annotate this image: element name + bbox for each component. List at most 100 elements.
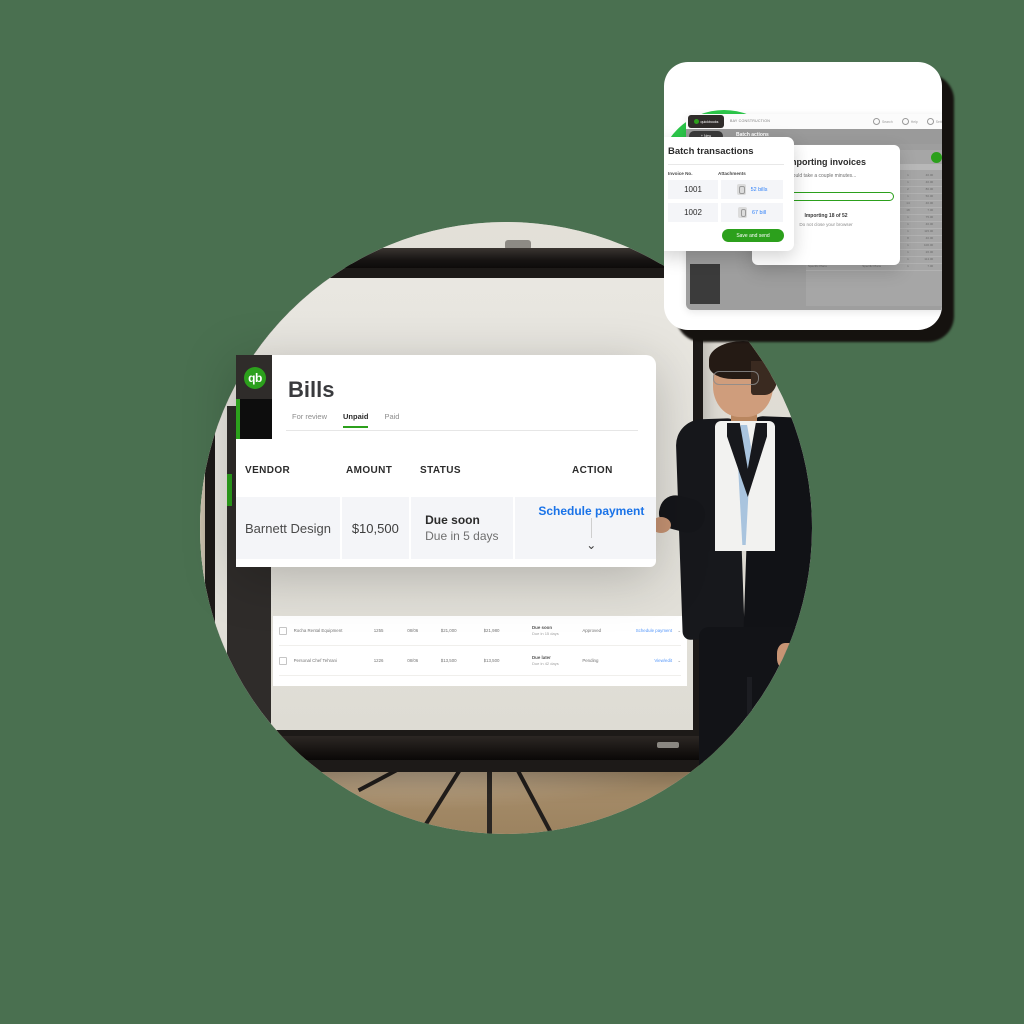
cell-qty: 1 bbox=[907, 222, 909, 227]
cell-rate: 40.00 bbox=[925, 222, 934, 227]
search-icon[interactable]: Search bbox=[873, 118, 893, 125]
cell-rate: 26.00 bbox=[925, 250, 934, 255]
cell-qty: 1 bbox=[907, 194, 909, 199]
cell-qty: 1 bbox=[907, 257, 909, 262]
tab-unpaid[interactable]: Unpaid bbox=[343, 412, 369, 428]
bills-overlay-card: qb Bills For review Unpaid Paid VENDOR A… bbox=[236, 355, 656, 567]
cell-amt: 114 bbox=[933, 257, 942, 261]
table-row[interactable]: Personal Chef Tehrani 1226 08/06 $13,500… bbox=[279, 646, 681, 676]
cell-amt: 75 bbox=[933, 215, 942, 219]
cell-vendor: Barnett Design bbox=[236, 497, 340, 559]
cell-approval: Pending bbox=[582, 658, 599, 663]
cell-qty: 1 bbox=[907, 215, 909, 220]
bills-table: VENDOR AMOUNT STATUS ACTION Barnett Desi… bbox=[236, 439, 656, 567]
column-header-amount: AMOUNT bbox=[346, 465, 393, 476]
cell-number: 1226 bbox=[373, 658, 384, 663]
tab-paid[interactable]: Paid bbox=[384, 412, 399, 428]
table-row[interactable]: Barnett Design $10,500 Due soon Due in 5… bbox=[236, 497, 656, 559]
row-checkbox[interactable] bbox=[279, 626, 287, 635]
cell-amt: 160 bbox=[933, 187, 942, 191]
cell-amt: 320 bbox=[933, 236, 942, 240]
cell-rate: 80.00 bbox=[925, 187, 934, 192]
save-and-send-button[interactable]: Save and send bbox=[722, 229, 784, 242]
cell-qty: 8 bbox=[907, 236, 909, 241]
column-header-vendor: VENDOR bbox=[245, 465, 291, 476]
tab-for-review[interactable]: For review bbox=[292, 412, 327, 428]
cell-attachment[interactable]: 67 bill bbox=[721, 203, 783, 222]
table-row[interactable]: Rocha Rental Equipment 1255 08/06 $21,00… bbox=[279, 616, 681, 646]
cell-rate: 40.00 bbox=[925, 180, 934, 185]
attachment-link[interactable]: 52 bills bbox=[751, 187, 768, 193]
cell-balance: $13,500 bbox=[483, 658, 500, 663]
page-title: Bills bbox=[288, 377, 335, 402]
cell-qty: 1 bbox=[907, 180, 909, 185]
row-checkbox[interactable] bbox=[279, 656, 287, 665]
sidebar-block bbox=[690, 264, 720, 304]
column-header-action: ACTION bbox=[572, 465, 613, 476]
cell-amt: 115 bbox=[933, 229, 942, 233]
cell-invoice-no: 1001 bbox=[668, 180, 718, 199]
help-label: Help bbox=[910, 119, 918, 124]
shoe bbox=[691, 799, 745, 815]
schedule-payment-link[interactable]: Schedule payment bbox=[538, 504, 644, 518]
cell-amt: 7 bbox=[933, 264, 942, 268]
cell-number: 1255 bbox=[373, 628, 384, 633]
status-sub: Due in 5 days bbox=[425, 529, 499, 543]
gear-icon[interactable]: Settings bbox=[926, 118, 942, 125]
cell-rate: 40.00 bbox=[925, 173, 934, 178]
presenter-figure bbox=[651, 341, 812, 817]
batch-transactions-panel: Batch transactions Invoice No. Attachmen… bbox=[664, 137, 794, 251]
cell-qty: 1 bbox=[907, 229, 909, 234]
qbo-topbar: quickbooks BAY CONSTRUCTION Search Help … bbox=[686, 114, 942, 130]
cell-qty: 1 bbox=[907, 264, 909, 269]
attachment-link[interactable]: 67 bill bbox=[752, 210, 766, 216]
cell-status: Due later Due in 42 days bbox=[532, 655, 582, 666]
cell-amount: $21,000 bbox=[440, 628, 457, 633]
slide-bills-mini-table: Rocha Rental Equipment 1255 08/06 $21,00… bbox=[273, 616, 687, 686]
cell-amt: 126 bbox=[933, 208, 942, 212]
quickbooks-logo-icon: quickbooks bbox=[688, 115, 724, 128]
cell-rate: 40.00 bbox=[925, 201, 934, 206]
cell-approval: Approved bbox=[582, 628, 602, 633]
bills-card-header: qb Bills For review Unpaid Paid bbox=[236, 355, 656, 439]
help-icon[interactable]: Help bbox=[901, 118, 918, 125]
cell-amt: 100 bbox=[933, 243, 942, 247]
qb-mark bbox=[693, 119, 699, 124]
cell-amt: 40 bbox=[933, 173, 942, 177]
cell-amt: 26 bbox=[933, 250, 942, 254]
cell-qty: 1 bbox=[907, 243, 909, 248]
slide-sidebar-accent bbox=[227, 474, 232, 506]
cell-rate: 100.00 bbox=[924, 243, 934, 248]
cell-rate: 115.00 bbox=[924, 229, 934, 234]
cell-rate: 40.00 bbox=[925, 236, 934, 241]
cell-date: 08/06 bbox=[407, 628, 419, 633]
composition-stage: Rocha Rental Equipment 1255 08/06 $21,00… bbox=[0, 0, 1024, 1024]
settings-label: Settings bbox=[935, 119, 942, 124]
cell-rate: 50.00 bbox=[925, 194, 934, 199]
right-hand bbox=[777, 643, 797, 669]
list-item[interactable]: 1002 67 bill bbox=[668, 203, 784, 222]
cell-action[interactable]: Schedule payment ⌄ bbox=[514, 497, 656, 559]
cell-rate: 75.00 bbox=[925, 215, 934, 220]
cell-rate: 7.00 bbox=[927, 208, 934, 213]
topbar-tools: Search Help Settings bbox=[873, 118, 942, 125]
cell-status: Due soon Due in 5 days bbox=[411, 497, 513, 559]
attachment-icon bbox=[736, 184, 746, 195]
list-item[interactable]: 1001 52 bills bbox=[668, 180, 784, 199]
status-main: Due soon bbox=[425, 513, 480, 527]
column-header-invoice-no: Invoice No. bbox=[668, 171, 693, 176]
status-sub: Due in 42 days bbox=[532, 660, 559, 666]
glasses-icon bbox=[713, 371, 759, 385]
chevron-down-icon[interactable]: ⌄ bbox=[586, 538, 596, 552]
cell-balance: $21,980 bbox=[483, 628, 500, 633]
cell-attachment[interactable]: 52 bills bbox=[721, 180, 783, 199]
column-header-status: STATUS bbox=[420, 465, 461, 476]
cell-rate: 7.00 bbox=[927, 264, 934, 269]
cell-amt: 40 bbox=[933, 222, 942, 226]
screen-bottom-bar bbox=[200, 736, 715, 760]
cell-qty: 18 bbox=[906, 208, 910, 213]
cell-qty: 2 bbox=[907, 187, 909, 192]
search-label: Search bbox=[882, 119, 893, 124]
panel-title: Batch transactions bbox=[668, 146, 754, 157]
cell-vendor: Personal Chef Tehrani bbox=[293, 658, 337, 663]
